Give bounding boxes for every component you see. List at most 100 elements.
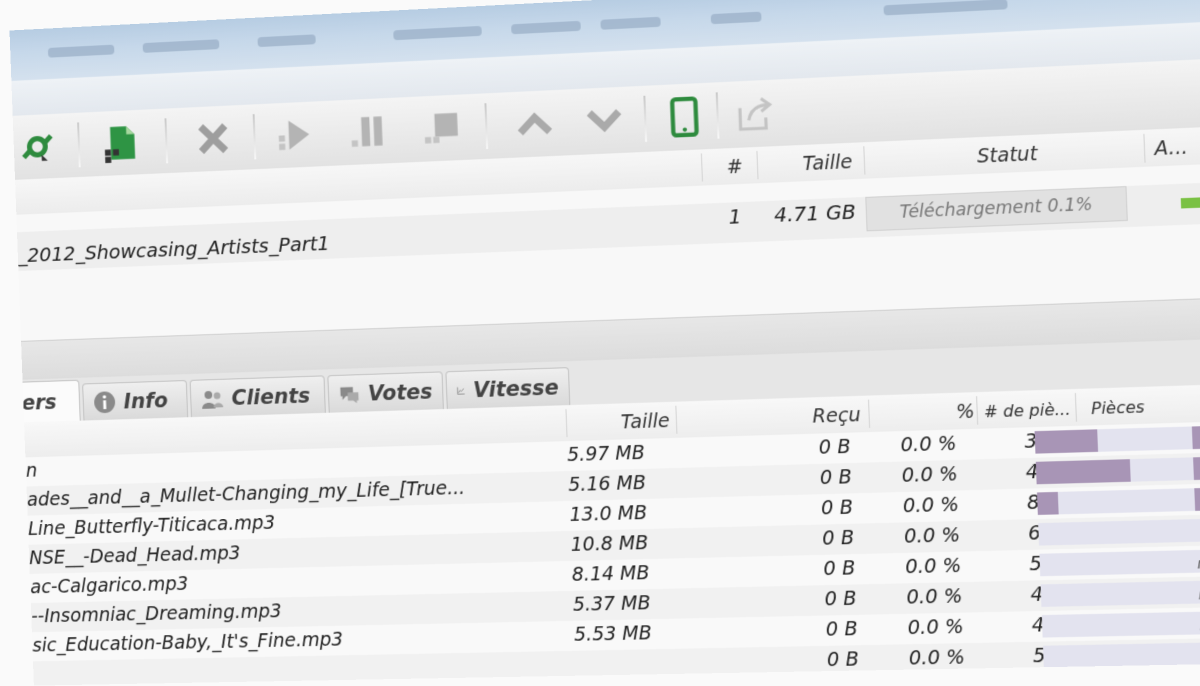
pause-icon [351,116,383,147]
add-torrent-button[interactable] [96,119,145,166]
file-received: 0 B [823,557,856,581]
column-percent[interactable]: % [956,400,976,423]
file-size: 5.53 MB [573,622,653,646]
pieces-fill [1040,584,1042,607]
file-percent: 0.0 % [904,554,962,579]
pieces-fill [1044,676,1046,686]
start-icon [278,119,310,151]
pieces-fill [1193,456,1200,481]
file-percent: 0.0 % [901,463,959,487]
remote-device-button[interactable] [658,93,710,141]
file-size: 13.0 MB [569,501,648,526]
file-name: ac-Calgarico.mp3 [29,573,189,599]
torrent-name: _2012_Showcasing_Artists_Part1 [17,231,331,268]
tab-info[interactable]: Info [82,380,189,421]
column-file-size[interactable]: Taille [620,410,670,434]
file-name: sic_Education-Baby,_It's_Fine.mp3 [32,628,344,657]
votes-icon [340,386,359,403]
file-name: n [25,459,38,482]
pieces-fill [1191,425,1200,450]
pieces-fill [1194,487,1200,511]
column-pieces[interactable]: Pièces [1091,397,1145,418]
file-size: 5.37 MB [572,592,652,616]
info-icon [93,390,116,413]
file-percent: 0.0 % [908,646,966,670]
pieces-fill [1039,553,1041,577]
pieces-fill [1041,615,1043,638]
peers-icon [201,390,224,409]
column-num[interactable]: # [726,156,743,179]
pieces-bar [1040,579,1200,607]
share-button[interactable] [729,89,781,138]
stop-button[interactable] [416,104,467,152]
availability-bar [1180,196,1200,209]
file-piece-count: 7 [1034,675,1047,685]
app-window: # Taille Statut A... _2012_Showcasing_Ar… [9,0,1200,686]
file-received: 0 B [818,435,851,459]
file-received: 0 B [821,526,855,550]
pieces-fill [1042,645,1044,669]
file-name: --Insomniac_Dreaming.mp3 [30,600,283,628]
pieces-bar [1034,424,1200,454]
file-size: 5.97 MB [566,441,646,467]
remote-device-icon [662,95,706,139]
tab-votes[interactable]: Votes [327,371,444,413]
file-percent: 0.0 % [903,524,961,548]
start-button[interactable] [270,111,320,158]
connect-icon [17,125,58,168]
tab-clients-label: Clients [231,383,311,410]
file-percent: 0.0 % [906,585,963,609]
move-down-button[interactable] [578,97,630,145]
stop-icon [424,112,458,144]
torrent-num: 1 [728,204,742,229]
pieces-bar [1039,548,1200,577]
pieces-fill [1038,523,1040,546]
connect-button[interactable] [13,123,62,170]
file-received: 0 B [828,679,861,686]
file-percent: 0.0 % [907,615,965,640]
move-down-icon [587,109,621,133]
pieces-bar [1042,641,1200,669]
column-availability[interactable]: A... [1154,136,1188,160]
tab-files[interactable]: iers [9,379,81,424]
torrent-size: 4.71 GB [773,199,857,227]
pieces-bar [1041,610,1200,638]
tab-votes-label: Votes [367,379,433,406]
column-received[interactable]: Reçu [812,404,861,428]
column-size[interactable]: Taille [802,151,853,175]
share-icon [733,92,777,136]
file-received: 0 B [826,648,860,672]
remove-icon [192,117,234,160]
file-size: 5.16 MB [567,471,647,497]
pause-button[interactable] [343,108,393,156]
torrent-status: Téléchargement 0.1% [865,186,1128,232]
pieces-bar [1036,486,1200,515]
file-percent: 0.0 % [900,432,957,457]
file-percent: 0.0 % [902,493,960,518]
tab-clients[interactable]: Clients [189,375,326,418]
tab-speed-label: Vitesse [472,374,560,402]
tab-speed[interactable]: Vitesse [445,367,571,409]
tab-files-label: iers [14,389,58,415]
file-received: 0 B [824,587,857,611]
add-torrent-icon [104,125,136,164]
file-size: 8.14 MB [571,562,650,586]
file-size: 10.8 MB [570,531,649,556]
move-up-button[interactable] [509,100,560,148]
remove-button[interactable] [188,115,238,162]
file-list: n 5.97 MB 0 B 0.0 % 3 ades__and__a_Mullet-Cha… [9,419,1200,686]
pieces-fill [1035,459,1131,485]
pieces-bar [1035,455,1200,485]
file-name: Line_Butterfly-Titicaca.mp3 [27,511,276,540]
pieces-fill [1034,429,1099,454]
move-up-icon [513,102,556,146]
column-piece-count[interactable]: # de piè... [984,399,1071,421]
tab-info-label: Info [123,388,169,413]
file-received: 0 B [820,496,854,520]
pieces-fill [1036,491,1059,515]
speed-icon [456,378,465,402]
pieces-bar [1038,517,1200,546]
file-received: 0 B [819,466,853,490]
file-name: NSE__-Dead_Head.mp3 [28,542,241,570]
column-status[interactable]: Statut [977,143,1038,168]
